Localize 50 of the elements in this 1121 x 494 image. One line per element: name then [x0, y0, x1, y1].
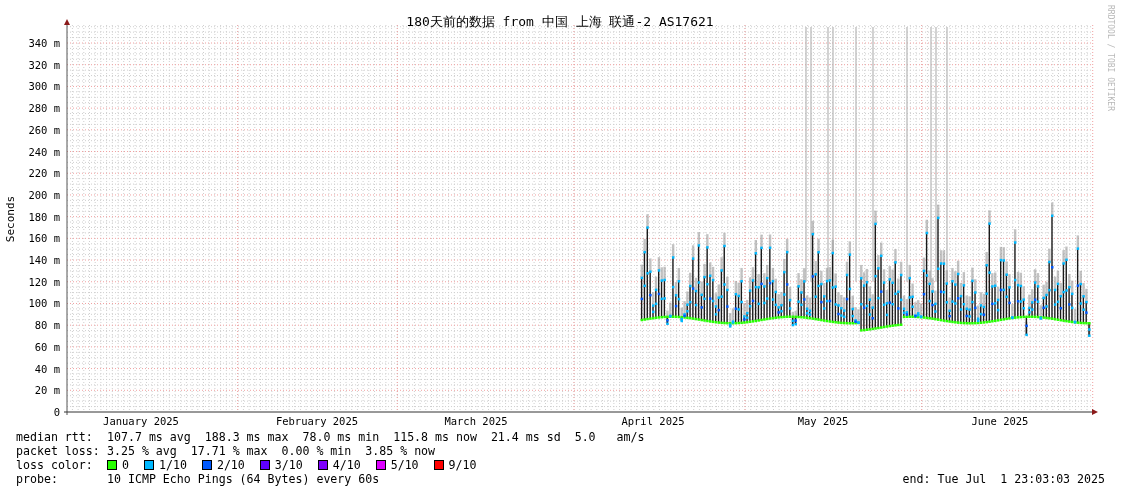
- legend-label: median rtt:: [16, 430, 94, 444]
- y-tick-label: 280 m: [28, 102, 60, 115]
- loss-level-label: 5/10: [390, 458, 419, 472]
- y-tick-label: 60 m: [34, 340, 60, 353]
- stat-value: 17.71 % max: [190, 444, 268, 458]
- y-tick-label: 240 m: [28, 145, 60, 158]
- y-tick-label: 200 m: [28, 188, 60, 201]
- end-time: end: Tue Jul 1 23:03:03 2025: [902, 472, 1105, 486]
- y-tick-label: 260 m: [28, 123, 60, 136]
- legend-label: loss color:: [16, 458, 94, 472]
- credit-text: RRDTOOL / TOBI OETIKER: [1106, 5, 1115, 111]
- y-tick-label: 180 m: [28, 210, 60, 223]
- loss-level-label: 3/10: [274, 458, 303, 472]
- chart-title: 180天前的数据 from 中国 上海 联通-2 AS17621: [406, 14, 714, 29]
- y-tick-label: 220 m: [28, 167, 60, 180]
- y-tick-label: 80 m: [34, 319, 60, 332]
- loss-level-label: 2/10: [216, 458, 245, 472]
- loss-level-label: 9/10: [448, 458, 477, 472]
- loss-level-label: 0: [122, 458, 129, 472]
- stat-value: 107.7 ms avg: [107, 430, 191, 444]
- stat-value: 78.0 ms min: [302, 430, 380, 444]
- month-label: January 2025: [103, 415, 179, 427]
- y-tick-label: 120 m: [28, 275, 60, 288]
- stat-value: 3.25 % avg: [107, 444, 177, 458]
- stat-value: 0.00 % min: [281, 444, 352, 458]
- stat-value: 21.4 ms sd: [490, 430, 561, 444]
- y-tick-label: 20 m: [34, 384, 60, 397]
- month-label: March 2025: [444, 415, 508, 427]
- stat-value: 115.8 ms now: [393, 430, 477, 444]
- y-tick-label: 100 m: [28, 297, 60, 310]
- y-tick-label: 140 m: [28, 254, 60, 267]
- probe-description: 10 ICMP Echo Pings (64 Bytes) every 60s: [107, 472, 380, 486]
- y-tick-label: 160 m: [28, 232, 60, 245]
- month-label: June 2025: [971, 415, 1029, 427]
- y-tick-label: 300 m: [28, 80, 60, 93]
- month-label: April 2025: [621, 415, 685, 427]
- stat-value: 5.0 am/s: [574, 430, 645, 444]
- stat-value: 188.3 ms max: [204, 430, 289, 444]
- legend-label: probe:: [16, 472, 59, 486]
- month-label: February 2025: [275, 415, 359, 427]
- legend-label: packet loss:: [16, 444, 101, 458]
- loss-level-label: 4/10: [332, 458, 361, 472]
- y-tick-label: 340 m: [28, 37, 60, 49]
- y-tick-label: 0: [53, 406, 60, 418]
- axis-label: Seconds: [4, 195, 17, 243]
- month-label: May 2025: [797, 415, 849, 427]
- y-tick-label: 320 m: [28, 58, 60, 71]
- y-tick-label: 40 m: [34, 362, 60, 375]
- loss-level-label: 1/10: [159, 458, 187, 472]
- stat-value: 3.85 % now: [365, 444, 436, 458]
